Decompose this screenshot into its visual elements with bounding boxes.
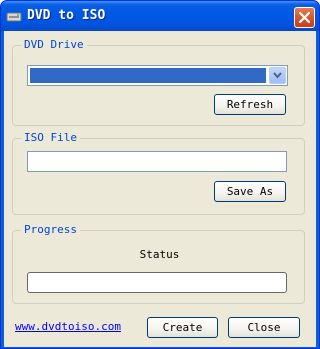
title-bar[interactable]: DVD to ISO [1,1,319,31]
window-client-area: DVD Drive Refresh ISO File Save As Progr… [4,31,316,347]
dvd-drive-selected-value [30,68,266,83]
app-window: DVD to ISO DVD Drive Refresh ISO File Sa… [0,0,320,349]
iso-file-label: ISO File [21,131,80,145]
create-button[interactable]: Create [147,317,218,338]
iso-file-path-input[interactable] [27,151,287,172]
status-text: Status [139,248,180,261]
close-button[interactable]: Close [228,317,300,338]
progress-label: Progress [21,223,80,237]
chevron-down-icon [273,72,282,79]
dvd-drive-select[interactable] [27,65,288,86]
refresh-button[interactable]: Refresh [214,94,286,115]
dvd-drive-dropdown-button[interactable] [269,67,286,84]
close-icon [299,12,310,23]
window-title: DVD to ISO [27,8,106,23]
dvd-disc-icon [6,8,22,24]
website-link[interactable]: www.dvdtoiso.com [15,320,121,334]
progress-group: Progress Status [12,223,305,304]
close-window-button[interactable] [294,7,315,28]
dvd-drive-group: DVD Drive Refresh [12,38,305,126]
iso-file-group: ISO File Save As [12,131,305,215]
progress-bar [27,272,287,293]
dvd-drive-label: DVD Drive [21,38,87,52]
save-as-button[interactable]: Save As [214,181,286,202]
